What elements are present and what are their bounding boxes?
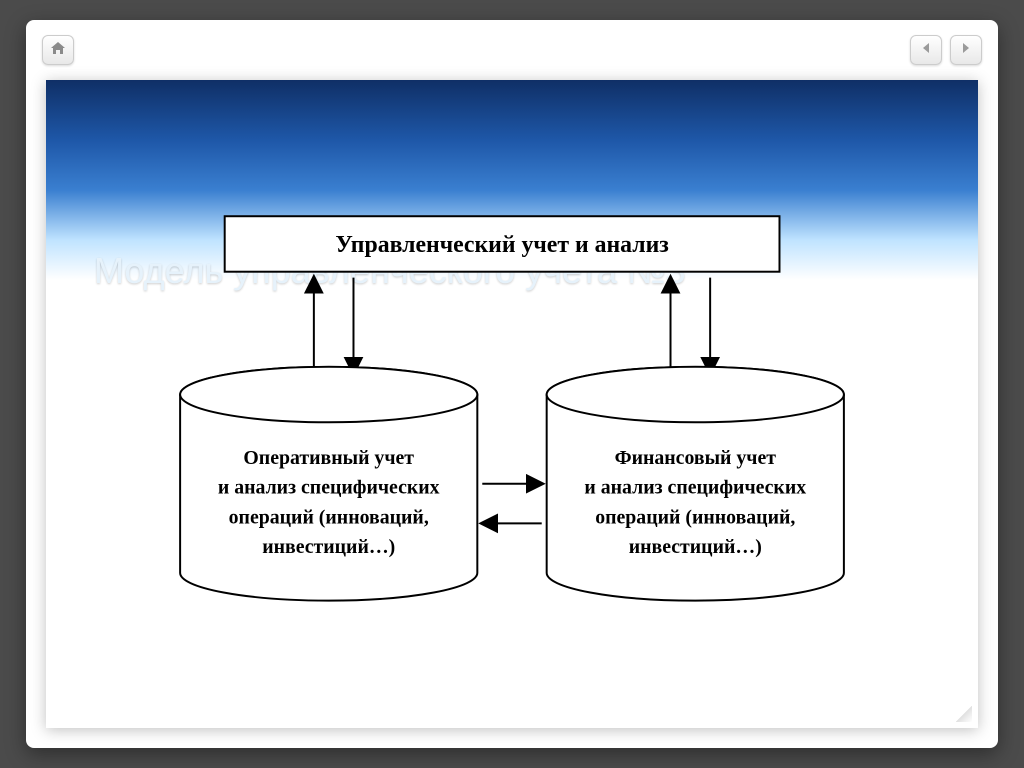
left-cyl-line3: операций (инноваций, xyxy=(229,506,429,528)
right-cyl-line4: инвестиций…) xyxy=(629,536,762,558)
prev-button[interactable] xyxy=(910,35,942,65)
top-box: Управленческий учет и анализ xyxy=(225,216,780,271)
presentation-viewer: Модель управленческого учета №3 Управлен… xyxy=(26,20,998,748)
left-cyl-line4: инвестиций…) xyxy=(262,536,395,558)
top-box-label: Управленческий учет и анализ xyxy=(335,232,669,258)
right-cylinder: Финансовый учет и анализ специфических о… xyxy=(547,367,844,601)
home-button[interactable] xyxy=(42,35,74,65)
chevron-left-icon xyxy=(921,42,931,58)
toolbar xyxy=(26,20,998,80)
left-cyl-line1: Оперативный учет xyxy=(243,447,414,469)
left-cylinder: Оперативный учет и анализ специфических … xyxy=(180,367,477,601)
page-curl-icon xyxy=(956,706,972,722)
chevron-right-icon xyxy=(961,42,971,58)
right-cyl-line2: и анализ специфических xyxy=(584,477,806,499)
slide-stage: Модель управленческого учета №3 Управлен… xyxy=(46,80,978,728)
home-icon xyxy=(50,41,66,59)
diagram-area: Управленческий учет и анализ Оперативный… xyxy=(86,200,938,708)
right-cyl-line1: Финансовый учет xyxy=(615,447,777,469)
right-cyl-line3: операций (инноваций, xyxy=(595,506,795,528)
left-cyl-line2: и анализ специфических xyxy=(218,477,440,499)
next-button[interactable] xyxy=(950,35,982,65)
nav-buttons xyxy=(910,35,982,65)
